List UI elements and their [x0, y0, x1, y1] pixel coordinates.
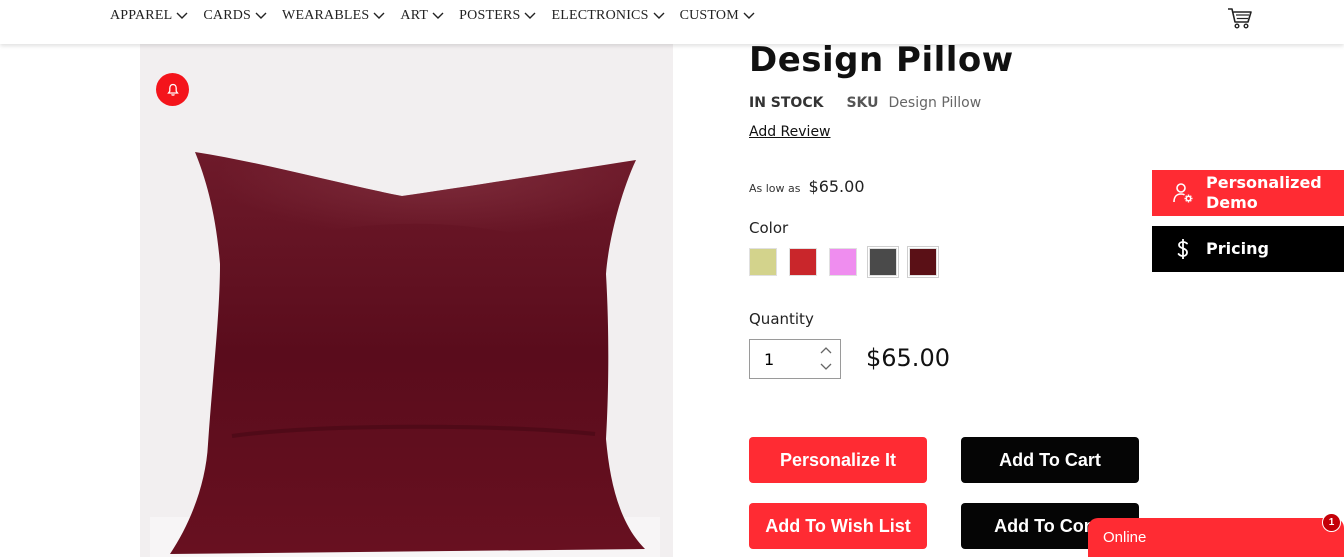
product-title: Design Pillow — [749, 40, 1014, 80]
add-review-link[interactable]: Add Review — [749, 124, 831, 140]
add-to-wishlist-button[interactable]: Add To Wish List — [749, 503, 927, 549]
nav-item-label: ELECTRONICS — [551, 8, 649, 23]
dollar-icon — [1171, 237, 1195, 261]
color-swatch-khaki[interactable] — [749, 248, 777, 276]
sku-value: Design Pillow — [888, 95, 982, 111]
color-label: Color — [749, 219, 789, 237]
nav-item-apparel[interactable]: APPAREL — [110, 8, 188, 24]
quantity-label: Quantity — [749, 310, 814, 328]
personalized-demo-tab[interactable]: Personalized Demo — [1152, 170, 1344, 216]
sku-label: SKU — [846, 95, 879, 111]
notify-button[interactable] — [156, 73, 189, 106]
nav-item-art[interactable]: ART — [400, 8, 444, 24]
nav-item-wearables[interactable]: WEARABLES — [282, 8, 385, 24]
nav-item-label: ART — [400, 8, 429, 23]
shopping-cart-icon[interactable] — [1227, 6, 1253, 30]
nav-item-posters[interactable]: POSTERS — [459, 8, 536, 24]
chevron-down-icon — [743, 12, 755, 19]
chevron-down-icon — [432, 12, 444, 19]
nav-item-label: APPAREL — [110, 8, 173, 23]
quantity-stepper — [749, 339, 841, 379]
pillow-image — [170, 152, 645, 554]
as-low-as-label: As low as — [749, 182, 801, 195]
personalize-button[interactable]: Personalize It — [749, 437, 927, 483]
as-low-as-price: $65.00 — [808, 177, 865, 196]
chevron-down-icon — [373, 12, 385, 19]
nav-item-label: POSTERS — [459, 8, 521, 23]
chevron-down-icon[interactable] — [818, 361, 834, 373]
color-swatch-red[interactable] — [789, 248, 817, 276]
nav-item-label: CARDS — [203, 8, 252, 23]
color-swatch-gray[interactable] — [867, 246, 899, 278]
nav-item-electronics[interactable]: ELECTRONICS — [551, 8, 665, 24]
chat-notification-badge: 1 — [1322, 513, 1341, 532]
chevron-down-icon — [255, 12, 267, 19]
chevron-down-icon — [176, 12, 188, 19]
quantity-spinner — [812, 340, 840, 378]
online-chat-label: Online — [1103, 529, 1147, 546]
total-price: $65.00 — [866, 344, 950, 372]
stock-sku-row: IN STOCK SKU Design Pillow — [749, 95, 981, 111]
color-swatches — [749, 246, 949, 278]
personalized-demo-label: Personalized Demo — [1206, 173, 1322, 212]
category-menu: APPAREL CARDS WEARABLES ART POSTERS ELEC… — [110, 8, 770, 24]
pricing-label: Pricing — [1206, 239, 1269, 258]
add-to-cart-button[interactable]: Add To Cart — [961, 437, 1139, 483]
nav-item-label: WEARABLES — [282, 8, 370, 23]
stock-status: IN STOCK — [749, 95, 824, 111]
color-swatch-maroon[interactable] — [907, 246, 939, 278]
chevron-down-icon — [653, 12, 665, 19]
top-navigation: APPAREL CARDS WEARABLES ART POSTERS ELEC… — [0, 0, 1344, 44]
product-image[interactable] — [140, 44, 673, 557]
bell-icon — [166, 83, 179, 96]
as-low-as-row: As low as $65.00 — [749, 177, 865, 196]
nav-item-cards[interactable]: CARDS — [203, 8, 267, 24]
nav-item-custom[interactable]: CUSTOM — [680, 8, 755, 24]
nav-item-label: CUSTOM — [679, 8, 739, 23]
pricing-tab[interactable]: Pricing — [1152, 226, 1344, 272]
online-chat-widget[interactable]: Online — [1088, 518, 1344, 557]
color-swatch-pink[interactable] — [829, 248, 857, 276]
chevron-down-icon — [524, 12, 536, 19]
chevron-up-icon[interactable] — [818, 344, 834, 356]
user-settings-icon — [1171, 181, 1195, 205]
